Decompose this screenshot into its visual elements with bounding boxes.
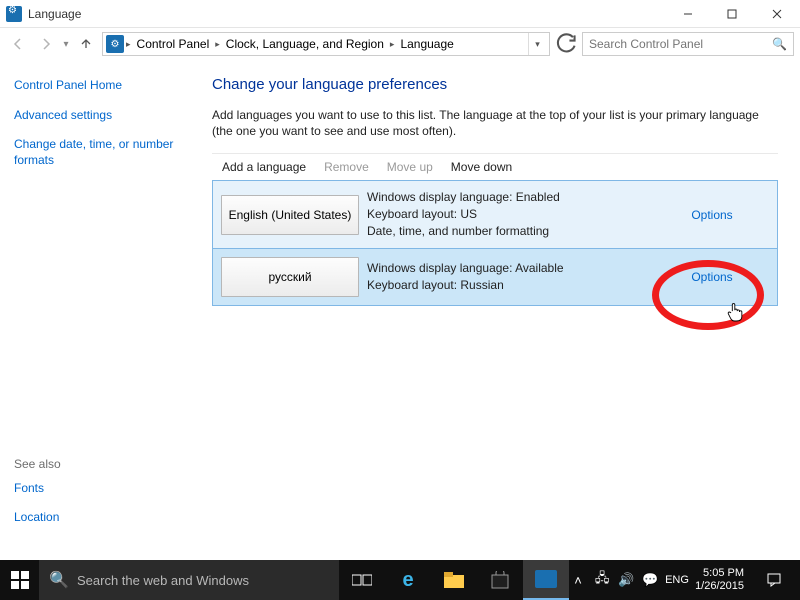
tray-overflow[interactable]: ˄ (569, 573, 587, 588)
language-info: Windows display language: Available Keyb… (367, 252, 647, 302)
taskbar: 🔍 Search the web and Windows e ˄ 🖧 🔊 💬 E… (0, 560, 800, 600)
language-indicator[interactable]: ENG (665, 574, 683, 586)
link-fonts[interactable]: Fonts (14, 481, 194, 497)
add-language-button[interactable]: Add a language (222, 160, 306, 174)
crumb-clock-lang-region[interactable]: Clock, Language, and Region (222, 37, 388, 51)
app-icon (6, 6, 22, 22)
refresh-button[interactable] (554, 32, 578, 56)
language-name: English (United States) (221, 195, 359, 235)
move-up-button: Move up (387, 160, 433, 174)
left-nav: Control Panel Home Advanced settings Cha… (0, 60, 212, 560)
main-panel: Change your language preferences Add lan… (212, 60, 800, 560)
remove-button: Remove (324, 160, 369, 174)
taskbar-search-placeholder: Search the web and Windows (77, 573, 249, 588)
notifications-button[interactable] (756, 573, 792, 587)
page-description: Add languages you want to use to this li… (212, 107, 778, 139)
language-row-english[interactable]: English (United States) Windows display … (213, 181, 777, 247)
clock[interactable]: 5:05 PM 1/26/2015 (689, 567, 750, 592)
network-icon[interactable]: 🖧 (593, 569, 611, 591)
address-dropdown[interactable]: ▾ (528, 33, 546, 55)
nav-bar: ▾ ⚙ ▸ Control Panel ▸ Clock, Language, a… (0, 28, 800, 60)
control-panel-task[interactable] (523, 560, 569, 600)
language-row-russian[interactable]: русский Windows display language: Availa… (213, 248, 777, 305)
search-icon: 🔍 (49, 570, 69, 590)
minimize-button[interactable] (666, 0, 710, 28)
store-icon[interactable] (477, 560, 523, 600)
search-box[interactable]: 🔍 (582, 32, 794, 56)
system-tray: ˄ 🖧 🔊 💬 ENG 5:05 PM 1/26/2015 (569, 567, 800, 592)
search-input[interactable] (589, 37, 772, 51)
maximize-button[interactable] (710, 0, 754, 28)
chevron-right-icon: ▸ (215, 39, 220, 50)
language-name: русский (221, 257, 359, 297)
forward-button[interactable] (34, 32, 58, 56)
window-title: Language (28, 7, 81, 21)
search-icon[interactable]: 🔍 (772, 37, 787, 51)
language-info: Windows display language: Enabled Keyboa… (367, 181, 647, 247)
link-advanced-settings[interactable]: Advanced settings (14, 108, 198, 124)
address-bar[interactable]: ⚙ ▸ Control Panel ▸ Clock, Language, and… (102, 32, 550, 56)
taskbar-apps: e (339, 560, 569, 600)
chevron-right-icon: ▸ (126, 39, 131, 50)
move-down-button[interactable]: Move down (451, 160, 512, 174)
language-toolbar: Add a language Remove Move up Move down (212, 153, 778, 180)
crumb-language[interactable]: Language (396, 37, 457, 51)
language-list: English (United States) Windows display … (212, 180, 778, 305)
link-date-formats[interactable]: Change date, time, or number formats (14, 137, 198, 168)
clock-time: 5:05 PM (695, 567, 744, 580)
volume-icon[interactable]: 🔊 (617, 572, 635, 588)
options-link[interactable]: Options (691, 270, 732, 284)
back-button[interactable] (6, 32, 30, 56)
start-button[interactable] (0, 560, 39, 600)
ie-icon[interactable]: e (385, 560, 431, 600)
task-view-button[interactable] (339, 560, 385, 600)
clock-date: 1/26/2015 (695, 580, 744, 593)
control-panel-icon: ⚙ (106, 35, 124, 53)
up-button[interactable] (74, 32, 98, 56)
explorer-icon[interactable] (431, 560, 477, 600)
link-location[interactable]: Location (14, 510, 194, 526)
options-link[interactable]: Options (691, 208, 732, 222)
close-button[interactable] (754, 0, 800, 28)
see-also-heading: See also (14, 457, 194, 471)
link-cp-home[interactable]: Control Panel Home (14, 78, 198, 94)
action-center-icon[interactable]: 💬 (641, 572, 659, 588)
recent-dropdown[interactable]: ▾ (62, 39, 70, 50)
page-title: Change your language preferences (212, 76, 778, 93)
title-bar: Language (0, 0, 800, 28)
chevron-right-icon: ▸ (390, 39, 395, 50)
crumb-control-panel[interactable]: Control Panel (133, 37, 214, 51)
taskbar-search[interactable]: 🔍 Search the web and Windows (39, 560, 339, 600)
